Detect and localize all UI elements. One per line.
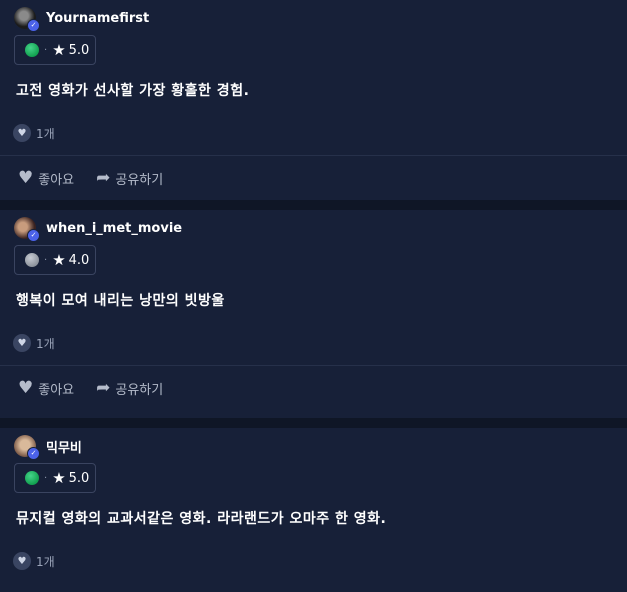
rating-score: 5.0 bbox=[68, 42, 90, 58]
separator-icon: · bbox=[44, 44, 48, 56]
review-header: ✓ 믹무비 bbox=[14, 434, 82, 460]
username[interactable]: when_i_met_movie bbox=[46, 221, 182, 236]
heart-icon: ♥ bbox=[13, 552, 31, 570]
like-button[interactable]: ♥ 좋아요 bbox=[18, 378, 74, 398]
username[interactable]: 믹무비 bbox=[46, 437, 82, 456]
avatar[interactable]: ✓ bbox=[14, 217, 40, 242]
separator-icon: · bbox=[44, 254, 48, 266]
divider bbox=[0, 155, 627, 156]
heart-icon: ♥ bbox=[18, 168, 34, 188]
star-icon: ★ bbox=[52, 41, 66, 59]
heart-icon: ♥ bbox=[13, 124, 31, 142]
share-label: 공유하기 bbox=[115, 172, 164, 188]
like-label: 좋아요 bbox=[38, 172, 75, 188]
username[interactable]: Yournamefirst bbox=[46, 11, 149, 26]
share-label: 공유하기 bbox=[115, 382, 164, 398]
status-dot-icon bbox=[25, 43, 39, 57]
review-text: 고전 영화가 선사할 가장 황홀한 경험. bbox=[16, 83, 250, 99]
avatar[interactable]: ✓ bbox=[14, 7, 40, 32]
review-header: ✓ when_i_met_movie bbox=[14, 216, 182, 242]
like-count: 1개 bbox=[36, 336, 55, 351]
rating-score: 4.0 bbox=[68, 252, 90, 268]
like-count: 1개 bbox=[36, 126, 55, 141]
rating-badge: · ★ 5.0 bbox=[14, 463, 96, 493]
share-button[interactable]: ➦ 공유하기 bbox=[96, 168, 163, 188]
like-summary: ♥ 1개 bbox=[13, 124, 55, 142]
star-icon: ★ bbox=[52, 469, 66, 487]
review-card: ✓ when_i_met_movie · ★ 4.0 행복이 모여 내리는 낭만… bbox=[0, 210, 627, 418]
review-card: ✓ 믹무비 · ★ 5.0 뮤지컬 영화의 교과서같은 영화. 라라랜드가 오마… bbox=[0, 428, 627, 592]
verified-badge-icon: ✓ bbox=[27, 229, 40, 242]
review-header: ✓ Yournamefirst bbox=[14, 6, 149, 32]
action-bar: ♥ 좋아요 ➦ 공유하기 bbox=[18, 376, 185, 400]
status-dot-icon bbox=[25, 253, 39, 267]
review-text: 행복이 모여 내리는 낭만의 빗방울 bbox=[16, 293, 225, 309]
review-text: 뮤지컬 영화의 교과서같은 영화. 라라랜드가 오마주 한 영화. bbox=[16, 511, 387, 527]
rating-badge: · ★ 5.0 bbox=[14, 35, 96, 65]
like-summary: ♥ 1개 bbox=[13, 552, 55, 570]
heart-icon: ♥ bbox=[13, 334, 31, 352]
share-arrow-icon: ➦ bbox=[96, 378, 111, 398]
rating-badge: · ★ 4.0 bbox=[14, 245, 96, 275]
star-icon: ★ bbox=[52, 251, 66, 269]
action-bar: ♥ 좋아요 ➦ 공유하기 bbox=[18, 166, 185, 190]
review-card: ✓ Yournamefirst · ★ 5.0 고전 영화가 선사할 가장 황홀… bbox=[0, 0, 627, 200]
like-count: 1개 bbox=[36, 554, 55, 569]
like-button[interactable]: ♥ 좋아요 bbox=[18, 168, 74, 188]
heart-icon: ♥ bbox=[18, 378, 34, 398]
like-summary: ♥ 1개 bbox=[13, 334, 55, 352]
share-button[interactable]: ➦ 공유하기 bbox=[96, 378, 163, 398]
divider bbox=[0, 365, 627, 366]
separator-icon: · bbox=[44, 472, 48, 484]
like-label: 좋아요 bbox=[38, 382, 75, 398]
share-arrow-icon: ➦ bbox=[96, 168, 111, 188]
avatar[interactable]: ✓ bbox=[14, 435, 40, 460]
verified-badge-icon: ✓ bbox=[27, 447, 40, 460]
rating-score: 5.0 bbox=[68, 470, 90, 486]
status-dot-icon bbox=[25, 471, 39, 485]
verified-badge-icon: ✓ bbox=[27, 19, 40, 32]
